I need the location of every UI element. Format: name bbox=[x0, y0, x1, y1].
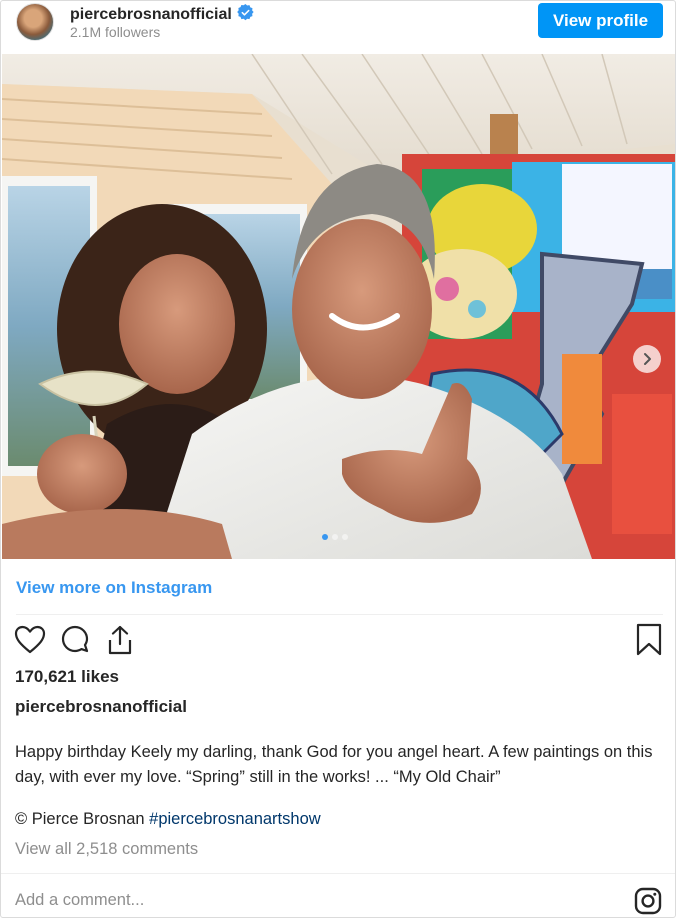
divider bbox=[16, 614, 663, 615]
username-text[interactable]: piercebrosnanofficial bbox=[70, 6, 232, 23]
like-count[interactable]: 170,621 likes bbox=[15, 667, 119, 687]
heart-icon[interactable] bbox=[14, 624, 46, 656]
next-slide-button[interactable] bbox=[633, 345, 661, 373]
credit-text: © Pierce Brosnan bbox=[15, 810, 150, 828]
carousel-dot bbox=[342, 534, 348, 540]
hashtag-link[interactable]: #piercebrosnanartshow bbox=[149, 810, 321, 828]
bookmark-icon[interactable] bbox=[635, 623, 663, 657]
carousel-dot bbox=[332, 534, 338, 540]
post-photo[interactable] bbox=[2, 54, 675, 559]
view-all-comments-link[interactable]: View all 2,518 comments bbox=[15, 840, 198, 859]
post-credit: © Pierce Brosnan #piercebrosnanartshow bbox=[15, 810, 321, 829]
verified-badge-icon bbox=[237, 4, 254, 21]
photo-image bbox=[2, 54, 675, 559]
view-more-link[interactable]: View more on Instagram bbox=[16, 578, 212, 598]
view-profile-button[interactable]: View profile bbox=[538, 3, 663, 38]
post-header: piercebrosnanofficial 2.1M followers Vie… bbox=[1, 1, 675, 53]
instagram-embed-card: piercebrosnanofficial 2.1M followers Vie… bbox=[0, 0, 676, 918]
share-icon[interactable] bbox=[104, 624, 136, 656]
carousel-dot bbox=[322, 534, 328, 540]
caption-username[interactable]: piercebrosnanofficial bbox=[15, 697, 187, 717]
chevron-right-icon bbox=[644, 353, 651, 365]
post-caption: Happy birthday Keely my darling, thank G… bbox=[15, 743, 653, 786]
avatar[interactable] bbox=[16, 3, 54, 41]
divider bbox=[1, 873, 675, 874]
add-comment-input[interactable]: Add a comment... bbox=[15, 891, 144, 910]
comment-icon[interactable] bbox=[59, 624, 91, 656]
carousel-indicator bbox=[322, 534, 348, 540]
instagram-logo-icon[interactable] bbox=[634, 887, 662, 915]
header-username[interactable]: piercebrosnanofficial bbox=[70, 4, 254, 24]
follower-count: 2.1M followers bbox=[70, 24, 161, 40]
